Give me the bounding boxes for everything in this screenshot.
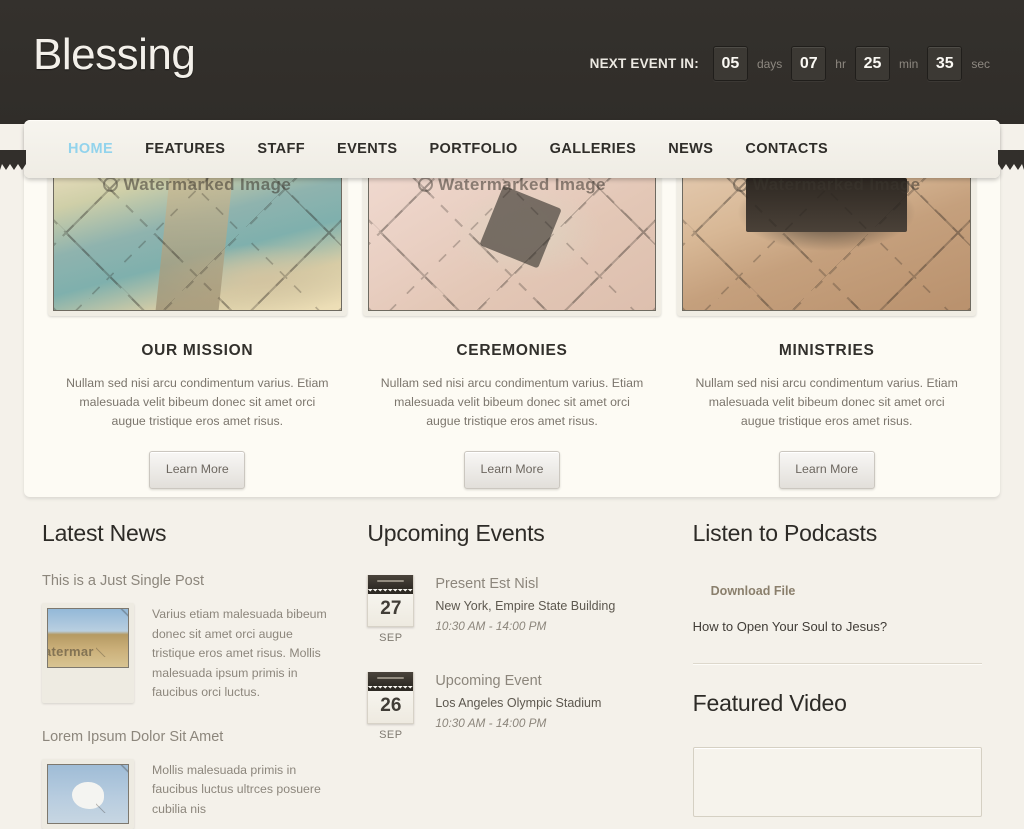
news-item-body: atermar Varius etiam malesuada bibeum do… [42, 603, 331, 703]
news-thumbnail-frame[interactable]: atermar [42, 603, 134, 703]
learn-more-button-ministries[interactable]: Learn More [778, 451, 875, 489]
countdown-hours-value: 07 [791, 46, 827, 81]
site-logo[interactable]: Blessing [33, 30, 196, 80]
section-divider [692, 663, 982, 664]
feature-card-ceremonies: Watermarked Image CEREMONIES Nullam sed … [355, 164, 670, 489]
watermark-label: Watermarked Image [683, 175, 970, 195]
calendar-top-bar [368, 575, 414, 589]
news-thumbnail-frame[interactable] [42, 758, 134, 829]
event-time: 10:30 AM - 14:00 PM [435, 716, 547, 730]
news-list-item: This is a Just Single Post atermar Variu… [42, 573, 331, 703]
nav-item-staff[interactable]: STAFF [241, 141, 321, 157]
featured-video-player[interactable] [692, 747, 982, 817]
feature-image-frame[interactable]: Watermarked Image [48, 164, 347, 316]
countdown-minutes-value: 25 [854, 46, 890, 81]
countdown-hours-unit: hr [835, 56, 846, 71]
feature-title-our-mission: OUR MISSION [141, 342, 254, 359]
event-location: Los Angeles Olympic Stadium [435, 696, 602, 710]
news-item-excerpt: Mollis malesuada primis in faucibus luct… [152, 762, 321, 816]
event-time: 10:30 AM - 14:00 PM [435, 619, 547, 633]
calendar-top-bar [368, 672, 414, 686]
feature-image-our-mission[interactable]: Watermarked Image [53, 169, 342, 311]
event-details: Present Est Nisl New York, Empire State … [435, 575, 615, 644]
watermark-label: Watermarked Image [369, 175, 656, 195]
news-list-item: Lorem Ipsum Dolor Sit Amet Mollis malesu… [42, 729, 331, 829]
lower-section: Latest News This is a Just Single Post a… [0, 520, 1024, 829]
feature-text-ceremonies: Nullam sed nisi arcu condimentum varius.… [380, 376, 644, 428]
learn-more-button-our-mission[interactable]: Learn More [149, 451, 246, 489]
feature-image-frame[interactable]: Watermarked Image [362, 164, 662, 316]
feature-image-ministries[interactable]: Watermarked Image [682, 169, 972, 311]
podcasts-heading: Listen to Podcasts [692, 520, 878, 546]
main-navigation: HOME FEATURES STAFF EVENTS PORTFOLIO GAL… [24, 120, 1000, 178]
download-file-link[interactable]: Download File [711, 584, 982, 598]
event-day: 27 [380, 598, 402, 619]
event-details: Upcoming Event Los Angeles Olympic Stadi… [435, 672, 601, 741]
nav-item-features[interactable]: FEATURES [129, 141, 241, 157]
features-panel: Watermarked Image OUR MISSION Nullam sed… [24, 124, 1000, 497]
site-header: Blessing NEXT EVENT IN: 05 days 07 hr 25… [0, 0, 1024, 124]
event-calendar-icon: 27 SEP [367, 575, 415, 644]
nav-item-news[interactable]: NEWS [652, 141, 729, 157]
learn-more-button-ceremonies[interactable]: Learn More [464, 451, 560, 489]
feature-image-ceremonies[interactable]: Watermarked Image [367, 169, 657, 311]
nav-item-contacts[interactable]: CONTACTS [729, 141, 844, 157]
calendar-card: 26 [367, 672, 415, 724]
event-day: 26 [380, 695, 402, 716]
latest-news-heading: Latest News [42, 520, 167, 546]
nav-item-galleries[interactable]: GALLERIES [534, 141, 653, 157]
calendar-zigzag-icon [368, 686, 414, 691]
feature-image-frame[interactable]: Watermarked Image [677, 164, 977, 316]
news-item-title[interactable]: This is a Just Single Post [42, 573, 331, 589]
feature-card-ministries: Watermarked Image MINISTRIES Nullam sed … [669, 164, 984, 489]
features-row: Watermarked Image OUR MISSION Nullam sed… [24, 164, 1000, 489]
watermark-circle-icon [103, 177, 119, 192]
upcoming-events-column: Upcoming Events 27 SEP Present Est Nisl … [349, 520, 674, 829]
watermark-hatch-overlay [48, 764, 128, 823]
countdown-days-unit: days [756, 56, 783, 71]
countdown-minutes-unit: min [898, 56, 919, 71]
podcast-episode-title[interactable]: How to Open Your Soul to Jesus? [693, 619, 982, 634]
nav-item-events[interactable]: EVENTS [321, 141, 413, 157]
event-calendar-icon: 26 SEP [367, 672, 415, 741]
nav-item-home[interactable]: HOME [52, 141, 129, 157]
countdown-days-value: 05 [712, 46, 748, 81]
news-thumbnail-image[interactable] [47, 763, 129, 824]
watermark-circle-icon [418, 177, 434, 192]
event-month: SEP [379, 632, 403, 644]
event-list-item: 27 SEP Present Est Nisl New York, Empire… [367, 575, 656, 644]
feature-text-our-mission: Nullam sed nisi arcu condimentum varius.… [66, 376, 329, 428]
countdown-seconds-unit: sec [971, 56, 990, 71]
ribbon-fold-left-icon [0, 150, 26, 170]
calendar-zigzag-icon [368, 589, 414, 594]
podcast-item: Download File How to Open Your Soul to J… [693, 584, 982, 634]
news-item-excerpt: Varius etiam malesuada bibeum donec sit … [152, 607, 327, 699]
feature-title-ceremonies: CEREMONIES [456, 342, 568, 359]
watermark-circle-icon [732, 177, 748, 192]
podcasts-column: Listen to Podcasts Download File How to … [675, 520, 1000, 829]
event-title[interactable]: Upcoming Event [435, 673, 601, 689]
upcoming-events-heading: Upcoming Events [367, 520, 545, 546]
watermark-text: atermar [47, 644, 94, 659]
featured-video-heading: Featured Video [692, 690, 847, 716]
news-item-body: Mollis malesuada primis in faucibus luct… [42, 758, 331, 829]
feature-title-ministries: MINISTRIES [778, 342, 875, 359]
event-location: New York, Empire State Building [435, 599, 616, 613]
event-list-item: 26 SEP Upcoming Event Los Angeles Olympi… [367, 672, 656, 741]
watermark-label: Watermarked Image [54, 175, 341, 195]
feature-text-ministries: Nullam sed nisi arcu condimentum varius.… [695, 376, 958, 428]
event-title[interactable]: Present Est Nisl [435, 576, 615, 592]
ribbon-fold-right-icon [998, 150, 1024, 170]
countdown-seconds-value: 35 [927, 46, 963, 81]
feature-card-our-mission: Watermarked Image OUR MISSION Nullam sed… [40, 164, 355, 489]
latest-news-column: Latest News This is a Just Single Post a… [24, 520, 349, 829]
countdown-label: NEXT EVENT IN: [589, 56, 699, 71]
nav-item-portfolio[interactable]: PORTFOLIO [413, 141, 533, 157]
countdown-timer: NEXT EVENT IN: 05 days 07 hr 25 min 35 s… [590, 46, 999, 81]
calendar-card: 27 [367, 575, 415, 627]
news-thumbnail-image[interactable]: atermar [47, 608, 129, 668]
event-month: SEP [379, 729, 403, 741]
news-item-title[interactable]: Lorem Ipsum Dolor Sit Amet [42, 729, 331, 745]
